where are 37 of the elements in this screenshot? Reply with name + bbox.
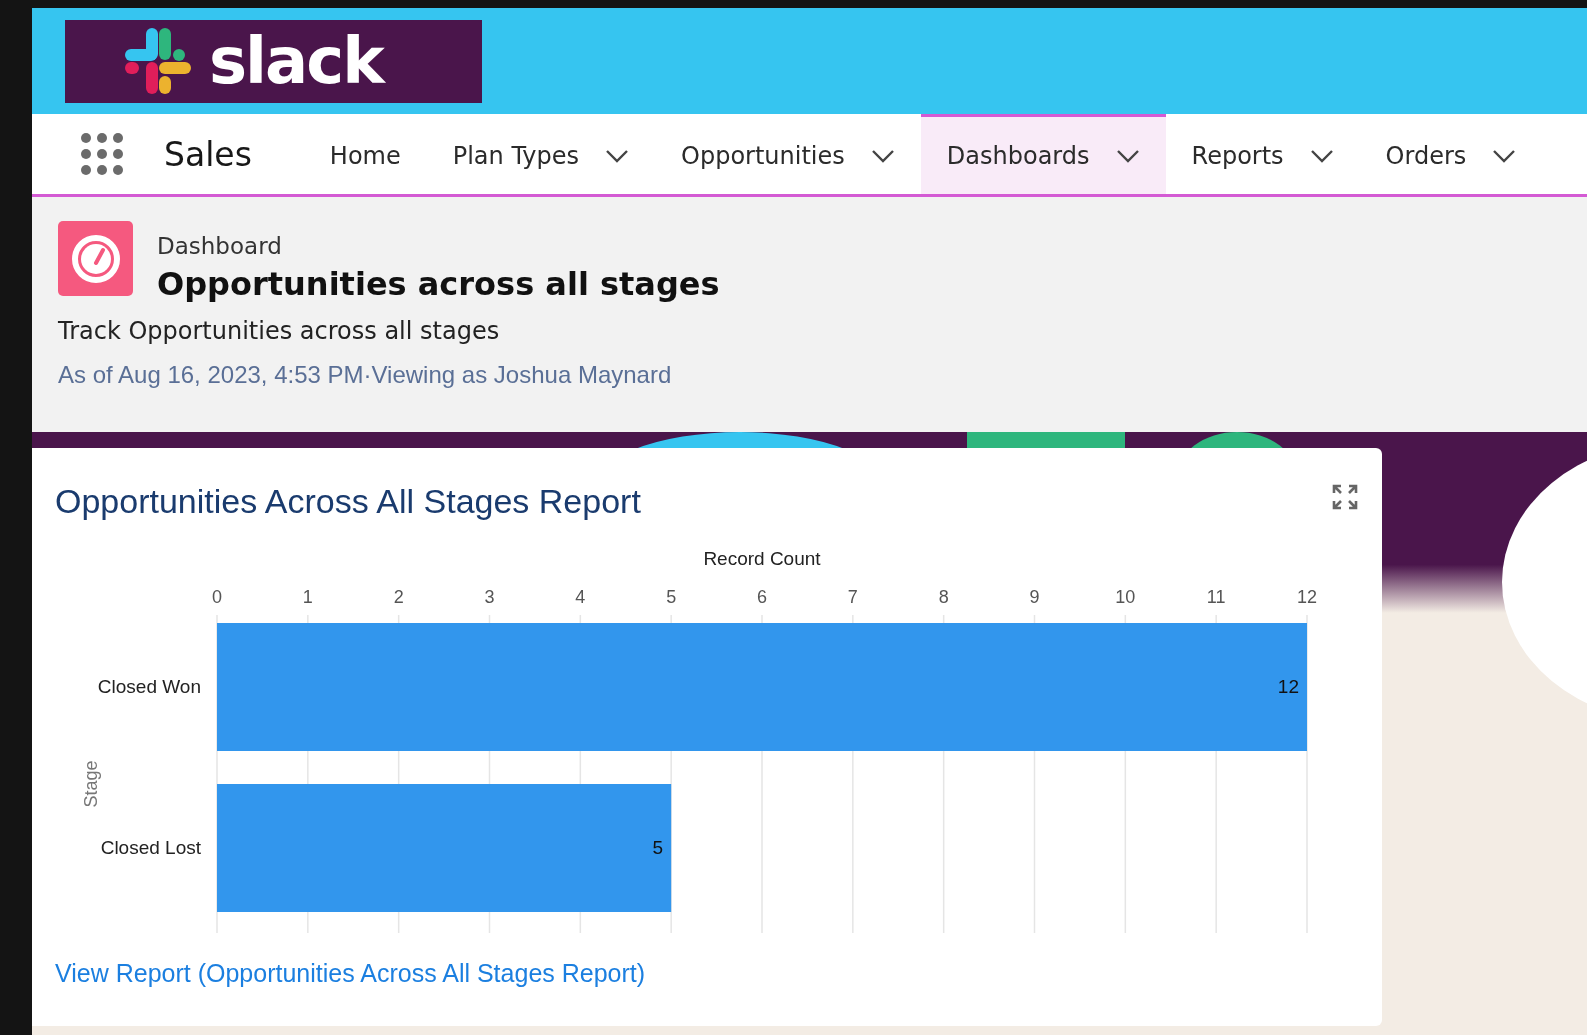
nav-tab[interactable]: Plan Types xyxy=(426,114,656,194)
category-label: Closed Lost xyxy=(100,837,201,858)
app-launcher-icon[interactable] xyxy=(80,132,124,176)
card-title: Opportunities Across All Stages Report xyxy=(55,482,641,521)
dashboard-meta: As of Aug 16, 2023, 4:53 PM·Viewing as Joshua Maynard xyxy=(58,361,673,389)
tick-label: 8 xyxy=(938,587,949,607)
page-title: Opportunities across all stages xyxy=(157,265,720,303)
description: Track Opportunities across all stages xyxy=(58,317,501,345)
axis-title: Record Count xyxy=(703,548,821,569)
nav-tab[interactable]: Opportunities xyxy=(655,114,921,194)
tick-label: 9 xyxy=(1029,587,1040,607)
tick-label: 12 xyxy=(1297,587,1317,607)
tick-label: 0 xyxy=(212,587,222,607)
logo-text: slack xyxy=(209,29,383,93)
tick-label: 3 xyxy=(484,587,495,607)
category-label: Closed Won xyxy=(97,676,201,697)
data-label: 12 xyxy=(1277,676,1299,697)
tick-label: 5 xyxy=(666,587,677,607)
record-type: Dashboard xyxy=(157,233,283,259)
nav-tab[interactable]: Reports xyxy=(1165,114,1360,194)
expand-icon[interactable] xyxy=(1332,484,1358,510)
tick-label: 11 xyxy=(1206,587,1226,607)
slack-hash-icon xyxy=(123,26,193,96)
tick-label: 1 xyxy=(302,587,313,607)
nav-tab[interactable]: Dashboards xyxy=(920,114,1166,194)
tick-label: 6 xyxy=(757,587,767,607)
data-label: 5 xyxy=(652,837,664,858)
tick-label: 4 xyxy=(575,587,586,607)
tick-label: 2 xyxy=(393,587,404,607)
tick-label: 7 xyxy=(847,587,858,607)
app-name: Sales xyxy=(164,134,252,174)
gauge-icon xyxy=(58,221,133,296)
nav-tab[interactable]: Home xyxy=(303,114,427,194)
axis-title: Stage xyxy=(81,760,101,808)
nav-tab[interactable]: Orders xyxy=(1359,114,1543,194)
tick-label: 10 xyxy=(1115,587,1136,607)
view-report-link[interactable]: View Report (Opportunities Across All Stages Report) xyxy=(55,959,646,988)
